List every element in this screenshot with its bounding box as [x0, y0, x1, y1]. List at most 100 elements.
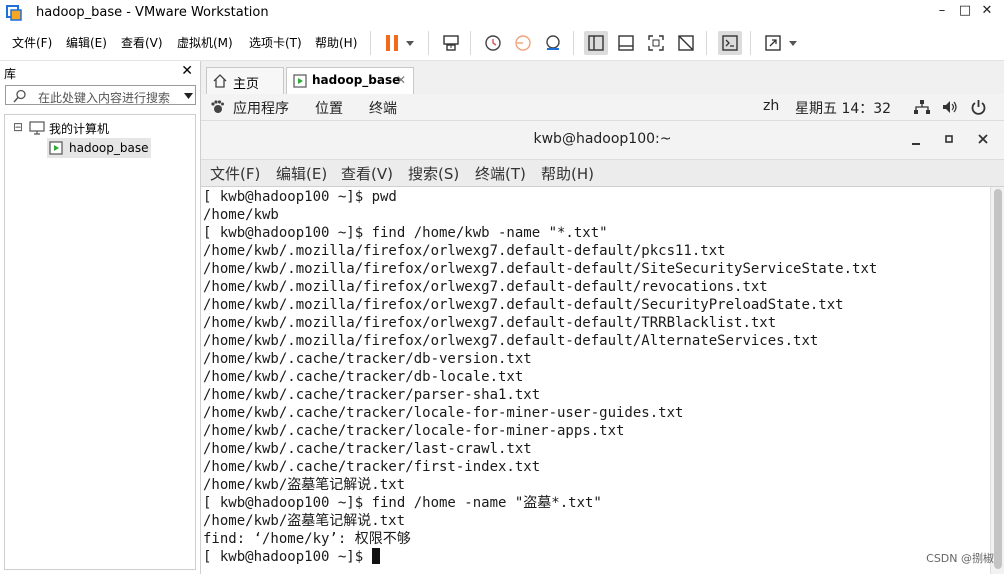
terminal-line: [ kwb@hadoop100 ~]$ pwd: [203, 189, 397, 205]
window-titlebar: hadoop_base - VMware Workstation – □ ✕: [0, 0, 1004, 26]
power-icon[interactable]: [971, 99, 986, 115]
terminal-title: kwb@hadoop100:~: [533, 131, 672, 147]
toolbar-separator: [470, 31, 471, 55]
library-search-input[interactable]: 在此处键入内容进行搜索: [5, 85, 196, 105]
close-window-button[interactable]: ✕: [978, 3, 996, 18]
maximize-button[interactable]: □: [956, 3, 974, 18]
toolbar-separator: [706, 31, 707, 55]
tab-home[interactable]: 主页: [206, 67, 284, 94]
terminal-menu-terminal[interactable]: 终端(T): [475, 163, 526, 184]
snapshot-icon[interactable]: [481, 31, 505, 55]
thumbnail-bar-icon[interactable]: [614, 31, 638, 55]
watermark: CSDN @捌椒: [926, 552, 994, 565]
vm-running-icon: [49, 141, 63, 155]
terminal-line: /home/kwb/.cache/tracker/first-index.txt: [203, 459, 541, 475]
library-tree: ⊟ 我的计算机 hadoop_base: [4, 114, 196, 570]
input-language-indicator[interactable]: zh: [763, 98, 779, 114]
library-title: 库: [4, 67, 17, 81]
chevron-down-icon[interactable]: [184, 93, 193, 99]
scrollbar-thumb[interactable]: [994, 189, 1002, 569]
toolbar-separator: [370, 31, 371, 55]
library-panel: 库 ✕ 在此处键入内容进行搜索 ⊟ 我的计算机 hadoop_base: [0, 61, 201, 574]
terminal-line: /home/kwb/.mozilla/firefox/orlwexg7.defa…: [203, 243, 726, 259]
stretch-guest-icon[interactable]: [761, 31, 785, 55]
tab-hadoop-base-label: hadoop_base: [312, 73, 401, 87]
terminal-output[interactable]: [ kwb@hadoop100 ~]$ pwd /home/kwb [ kwb@…: [201, 187, 989, 574]
terminal-line: /home/kwb/.cache/tracker/parser-sha1.txt: [203, 387, 541, 403]
terminal-minimize-icon[interactable]: [911, 137, 921, 145]
terminal-line: /home/kwb/.mozilla/firefox/orlwexg7.defa…: [203, 261, 878, 277]
terminal-maximize-icon[interactable]: [945, 135, 953, 143]
terminal-line: find: ‘/home/ky’: 权限不够: [203, 531, 411, 547]
terminal-menu-view[interactable]: 查看(V): [341, 163, 393, 184]
terminal-line: /home/kwb/.cache/tracker/db-version.txt: [203, 351, 532, 367]
menu-view[interactable]: 查看(V): [121, 34, 163, 51]
gnome-terminal-menu[interactable]: 终端: [369, 98, 397, 118]
window-title: hadoop_base - VMware Workstation: [36, 5, 269, 20]
terminal-line: /home/kwb/.mozilla/firefox/orlwexg7.defa…: [203, 297, 844, 313]
full-screen-icon[interactable]: [644, 31, 668, 55]
menu-vm[interactable]: 虚拟机(M): [177, 34, 233, 51]
toolbar-separator: [750, 31, 751, 55]
tab-close-icon[interactable]: ✕: [396, 73, 406, 87]
send-ctrl-alt-del-icon[interactable]: [439, 31, 463, 55]
terminal-cursor: [371, 548, 380, 564]
terminal-close-icon[interactable]: [978, 134, 988, 144]
stretch-dropdown-icon[interactable]: [785, 31, 801, 55]
terminal-menu-search[interactable]: 搜索(S): [408, 163, 459, 184]
guest-display[interactable]: 应用程序 位置 终端 zh 星期五 14：32 kwb@hadoop100:~ …: [201, 94, 1004, 574]
home-icon: [213, 74, 227, 88]
volume-icon[interactable]: [942, 100, 958, 114]
console-view-icon[interactable]: [718, 31, 742, 55]
terminal-line: /home/kwb/.mozilla/firefox/orlwexg7.defa…: [203, 315, 777, 331]
snapshot-manager-icon[interactable]: [541, 31, 565, 55]
clock[interactable]: 星期五 14：32: [795, 98, 891, 118]
menu-toolbar: 文件(F) 编辑(E) 查看(V) 虚拟机(M) 选项卡(T) 帮助(H): [0, 26, 1004, 61]
terminal-menu-help[interactable]: 帮助(H): [541, 163, 594, 184]
tree-item-hadoop-base[interactable]: hadoop_base: [47, 138, 151, 158]
revert-snapshot-icon[interactable]: [511, 31, 535, 55]
gnome-foot-icon: [211, 100, 224, 113]
search-icon: [13, 89, 26, 103]
terminal-prompt: [ kwb@hadoop100 ~]$: [203, 549, 372, 565]
terminal-line: [ kwb@hadoop100 ~]$ find /home/kwb -name…: [203, 225, 608, 241]
pause-dropdown-icon[interactable]: [402, 31, 418, 55]
toolbar-separator: [428, 31, 429, 55]
network-icon[interactable]: [914, 100, 930, 115]
gnome-top-panel: 应用程序 位置 终端 zh 星期五 14：32: [201, 94, 1004, 121]
tree-item-label: hadoop_base: [69, 141, 149, 155]
terminal-menu-edit[interactable]: 编辑(E): [276, 163, 327, 184]
vm-running-icon: [293, 74, 307, 88]
terminal-scrollbar[interactable]: [990, 187, 1004, 574]
terminal-menu-file[interactable]: 文件(F): [210, 163, 260, 184]
gnome-applications-menu[interactable]: 应用程序: [233, 98, 289, 118]
tab-home-label: 主页: [233, 77, 260, 92]
terminal-line: /home/kwb: [203, 207, 279, 223]
terminal-line: /home/kwb/盗墓笔记解说.txt: [203, 513, 406, 529]
search-placeholder: 在此处键入内容进行搜索: [38, 91, 171, 105]
gnome-places-menu[interactable]: 位置: [315, 98, 343, 118]
terminal-titlebar: kwb@hadoop100:~: [201, 121, 1004, 160]
tree-expander-icon[interactable]: ⊟: [13, 120, 23, 134]
computer-icon: [29, 121, 45, 135]
terminal-line: /home/kwb/.cache/tracker/locale-for-mine…: [203, 423, 625, 439]
minimize-button[interactable]: –: [933, 3, 951, 18]
sidebar-toggle-icon[interactable]: [584, 31, 608, 55]
tree-root-my-computer[interactable]: 我的计算机: [49, 120, 109, 137]
tab-bar: 主页 hadoop_base ✕: [201, 61, 1004, 95]
menu-tabs[interactable]: 选项卡(T): [249, 34, 302, 51]
menu-file[interactable]: 文件(F): [12, 34, 52, 51]
terminal-prompt-line: [ kwb@hadoop100 ~]$: [203, 548, 380, 566]
terminal-line: /home/kwb/盗墓笔记解说.txt: [203, 477, 406, 493]
terminal-line: [ kwb@hadoop100 ~]$ find /home -name "盗墓…: [203, 495, 602, 511]
terminal-line: /home/kwb/.mozilla/firefox/orlwexg7.defa…: [203, 279, 768, 295]
vmware-app-icon: [6, 5, 22, 21]
pause-icon[interactable]: [380, 31, 404, 55]
tab-hadoop-base[interactable]: hadoop_base ✕: [286, 67, 414, 95]
terminal-line: /home/kwb/.mozilla/firefox/orlwexg7.defa…: [203, 333, 819, 349]
unity-mode-icon[interactable]: [674, 31, 698, 55]
menu-edit[interactable]: 编辑(E): [66, 34, 107, 51]
terminal-line: /home/kwb/.cache/tracker/last-crawl.txt: [203, 441, 532, 457]
library-close-button[interactable]: ✕: [181, 63, 193, 79]
menu-help[interactable]: 帮助(H): [315, 34, 357, 51]
